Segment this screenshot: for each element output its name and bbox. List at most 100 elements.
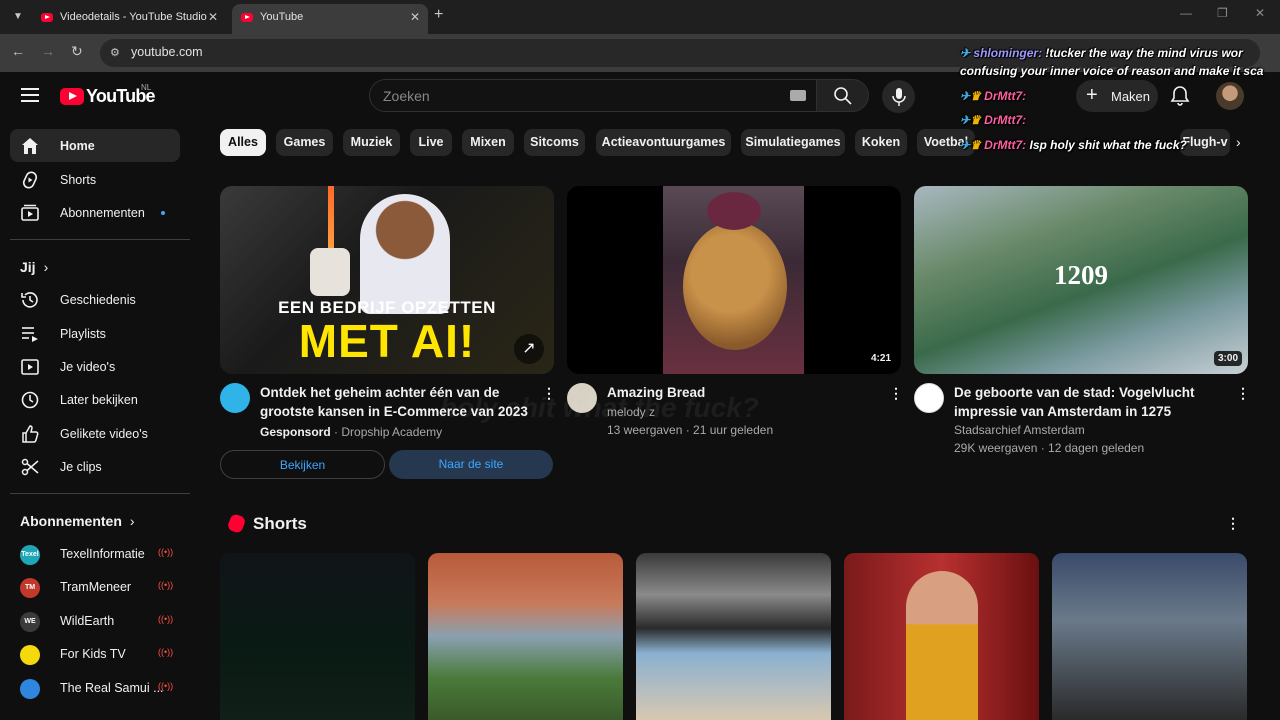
more-options-icon[interactable]: ⋮ — [1226, 515, 1240, 532]
history-icon — [21, 292, 38, 308]
video-title[interactable]: De geboorte van de stad: Vogelvlucht impr… — [954, 383, 1195, 421]
live-indicator-icon: ((•)) — [158, 681, 174, 691]
tab-youtube[interactable]: YouTube ✕ — [232, 4, 428, 34]
chip-simulatiegames[interactable]: Simulatiegames — [741, 129, 845, 156]
external-link-icon[interactable]: ↗ — [514, 334, 544, 364]
close-tab-icon[interactable]: ✕ — [410, 4, 420, 30]
short-thumbnail[interactable] — [1052, 553, 1247, 720]
minimize-icon[interactable]: — — [1180, 6, 1192, 20]
sidebar-item-label: Gelikete video's — [60, 427, 148, 441]
forward-icon[interactable]: → — [41, 43, 55, 59]
sidebar-item-label: Geschiedenis — [60, 293, 136, 307]
youtube-play-icon — [60, 88, 84, 105]
chip-more[interactable]: Flugh-v — [1180, 129, 1230, 156]
channel-avatar[interactable] — [914, 383, 944, 413]
youtube-favicon-icon — [241, 13, 253, 22]
short-thumbnail[interactable] — [428, 553, 623, 720]
live-indicator-icon: ((•)) — [158, 614, 174, 624]
channel-avatar: TM — [20, 578, 40, 598]
sidebar-channel-texelinformatie[interactable]: Texel TexelInformatie ((•)) — [10, 537, 180, 570]
video-thumbnail[interactable]: EEN BEDRIJF OPZETTEN MET AI! ↗ — [220, 186, 554, 374]
chip-games[interactable]: Games — [276, 129, 333, 156]
thumbnail-text-big: MET AI! — [298, 315, 476, 367]
chat-badge-icon: ✈ — [960, 138, 971, 152]
chevron-right-icon[interactable]: › — [1236, 134, 1241, 150]
sidebar-you-heading[interactable]: Jij › — [20, 259, 48, 275]
sidebar-subscriptions-heading[interactable]: Abonnementen › — [20, 513, 135, 529]
sidebar-channel-wildearth[interactable]: WE WildEarth ((•)) — [10, 604, 180, 637]
tab-youtube-studio[interactable]: Videodetails - YouTube Studio ✕ — [32, 4, 226, 34]
sidebar-channel-realsamui[interactable]: The Real Samui ... ((•)) — [10, 671, 180, 704]
create-button[interactable]: + Maken — [1076, 80, 1158, 112]
short-thumbnail[interactable] — [636, 553, 831, 720]
channel-avatar — [20, 679, 40, 699]
channel-avatar[interactable] — [220, 383, 250, 413]
chip-live[interactable]: Live — [410, 129, 452, 156]
sidebar-channel-trammeneer[interactable]: TM TramMeneer ((•)) — [10, 570, 180, 603]
thumbnail-year: 1209 — [1054, 260, 1108, 290]
thumbnail-gadget — [310, 248, 350, 296]
sidebar-item-history[interactable]: Geschiedenis — [10, 283, 180, 316]
short-thumbnail[interactable] — [844, 553, 1039, 720]
channel-name[interactable]: Dropship Academy — [341, 425, 442, 439]
channel-name: The Real Samui ... — [60, 681, 164, 695]
notifications-bell-icon[interactable] — [1170, 85, 1190, 107]
url-text: youtube.com — [131, 45, 203, 59]
video-thumbnail[interactable]: 1209 3:00 — [914, 186, 1248, 374]
sidebar-item-label: Later bekijken — [60, 393, 138, 407]
chip-muziek[interactable]: Muziek — [343, 129, 400, 156]
crown-icon: ♛ — [970, 89, 981, 103]
restore-icon[interactable]: ❐ — [1217, 6, 1228, 20]
sidebar-item-label: Je video's — [60, 360, 116, 374]
sidebar-channel-forkidstv[interactable]: For Kids TV ((•)) — [10, 637, 180, 670]
sidebar-item-subscriptions[interactable]: Abonnementen — [10, 196, 180, 229]
channel-avatar: Texel — [20, 545, 40, 565]
sponsored-label: Gesponsord — [260, 425, 331, 439]
window-close-icon[interactable]: ✕ — [1255, 6, 1265, 20]
sidebar-item-watch-later[interactable]: Later bekijken — [10, 383, 180, 416]
voice-search-button[interactable] — [882, 80, 915, 113]
chip-actieavontuurgames[interactable]: Actieavontuurgames — [596, 129, 731, 156]
chat-message: confusing your inner voice of reason and… — [960, 64, 1264, 78]
search-input[interactable]: Zoeken — [369, 79, 817, 112]
home-icon — [22, 138, 38, 154]
country-code: NL — [141, 83, 152, 92]
sidebar-item-your-videos[interactable]: Je video's — [10, 350, 180, 383]
visit-site-button[interactable]: Naar de site — [389, 450, 553, 479]
video-duration: 4:21 — [866, 351, 895, 366]
search-placeholder: Zoeken — [383, 88, 430, 104]
sidebar-item-label: Je clips — [60, 460, 102, 474]
chat-text: !tucker the way the mind virus wor — [1042, 46, 1243, 60]
sidebar-item-label: Playlists — [60, 327, 106, 341]
new-tab-button[interactable]: + — [434, 6, 443, 24]
account-avatar[interactable] — [1216, 82, 1244, 110]
sidebar-item-shorts[interactable]: Shorts — [10, 163, 180, 196]
short-thumbnail[interactable] — [220, 553, 415, 720]
chip-mixen[interactable]: Mixen — [462, 129, 514, 156]
menu-icon[interactable] — [21, 88, 39, 102]
sidebar-item-label: Home — [60, 139, 95, 153]
chip-alles[interactable]: Alles — [220, 129, 266, 156]
sidebar-item-clips[interactable]: Je clips — [10, 450, 180, 483]
watch-button[interactable]: Bekijken — [220, 450, 385, 479]
search-button[interactable] — [816, 79, 869, 112]
close-tab-icon[interactable]: ✕ — [208, 4, 218, 30]
back-icon[interactable]: ← — [11, 43, 25, 59]
sidebar-item-liked-videos[interactable]: Gelikete video's — [10, 417, 180, 450]
chip-koken[interactable]: Koken — [855, 129, 907, 156]
tab-title: Videodetails - YouTube Studio — [60, 11, 207, 23]
site-settings-icon[interactable]: ⚙ — [110, 46, 120, 59]
sidebar-item-playlists[interactable]: Playlists — [10, 317, 180, 350]
sidebar-divider — [10, 493, 190, 494]
sidebar-item-home[interactable]: Home — [10, 129, 180, 162]
keyboard-icon[interactable] — [790, 90, 806, 101]
more-options-icon[interactable]: ⋮ — [889, 385, 903, 402]
tab-search-button[interactable]: ▼ — [8, 8, 28, 26]
video-thumbnail[interactable]: 4:21 — [567, 186, 901, 374]
channel-name: TexelInformatie — [60, 547, 145, 561]
more-options-icon[interactable]: ⋮ — [1236, 385, 1250, 402]
reload-icon[interactable]: ↻ — [71, 43, 83, 60]
thumbnail-person — [360, 194, 450, 314]
chip-sitcoms[interactable]: Sitcoms — [524, 129, 585, 156]
channel-name[interactable]: Stadsarchief Amsterdam — [954, 421, 1085, 439]
